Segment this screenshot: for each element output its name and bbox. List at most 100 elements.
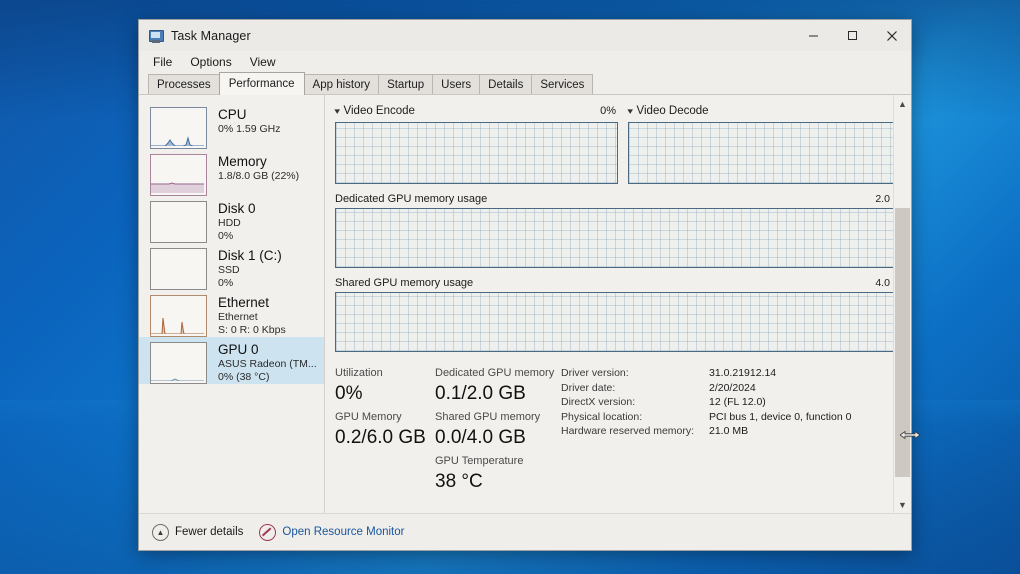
info-key: Hardware reserved memory:: [561, 425, 695, 437]
sidebar-item-detail: HDD: [218, 217, 241, 229]
sidebar-item-label: CPU: [218, 107, 247, 122]
info-row: Hardware reserved memory: 21.0 MB: [561, 424, 903, 439]
video-encode-title: Video Encode: [343, 105, 415, 117]
sidebar-item-detail2: 0%: [218, 277, 234, 289]
dedicated-memory-block: Dedicated GPU memory usage 2.0 GB: [335, 193, 911, 268]
tab-performance[interactable]: Performance: [218, 72, 305, 95]
sidebar-item-label: Disk 0: [218, 201, 256, 216]
open-resource-monitor-link[interactable]: Open Resource Monitor: [259, 523, 405, 541]
video-decode-title: Video Decode: [636, 105, 709, 117]
fewer-details-label: Fewer details: [175, 526, 244, 538]
tab-app-history[interactable]: App history: [303, 74, 380, 95]
gpu-thumbnail-graph: [150, 342, 207, 384]
tab-services[interactable]: Services: [531, 74, 594, 95]
fewer-details-button[interactable]: ▲ Fewer details: [152, 523, 244, 541]
sidebar-item-cpu[interactable]: CPU 0% 1.59 GHz: [139, 102, 324, 149]
sidebar-item-ethernet[interactable]: Ethernet Ethernet S: 0 R: 0 Kbps: [139, 290, 324, 337]
vertical-scrollbar[interactable]: ▲ ▼: [893, 95, 911, 513]
gpu-memory-value: 0.2/6.0 GB: [335, 427, 426, 448]
scroll-down-arrow-icon[interactable]: ▼: [894, 496, 911, 513]
shared-value: 0.0/4.0 GB: [435, 427, 526, 448]
shared-memory-title: Shared GPU memory usage: [335, 277, 474, 289]
title-bar[interactable]: Task Manager: [139, 20, 911, 51]
temperature-label: GPU Temperature: [435, 455, 524, 467]
video-encode-header[interactable]: ▾ Video Encode 0%: [334, 103, 618, 119]
window-title: Task Manager: [171, 28, 251, 43]
info-value: 2/20/2024: [709, 381, 756, 394]
sidebar-item-detail: Ethernet: [218, 311, 258, 323]
sidebar-item-label: Memory: [218, 154, 267, 169]
open-resource-monitor-label: Open Resource Monitor: [282, 526, 405, 538]
chevron-up-icon: ▲: [152, 523, 169, 541]
info-value: PCI bus 1, device 0, function 0: [709, 410, 852, 423]
dedicated-memory-graph: [335, 208, 911, 268]
close-button[interactable]: [872, 20, 911, 51]
sidebar-item-detail: ASUS Radeon (TM...: [218, 358, 317, 370]
menu-view[interactable]: View: [245, 53, 285, 72]
video-decode-block: ▾ Video Decode 0%: [627, 103, 911, 184]
sidebar-item-gpu0[interactable]: GPU 0 ASUS Radeon (TM... 0% (38 °C): [139, 337, 324, 384]
tab-strip: Processes Performance App history Startu…: [139, 72, 911, 95]
menu-file[interactable]: File: [148, 53, 181, 72]
sidebar-item-disk1[interactable]: Disk 1 (C:) SSD 0%: [139, 243, 324, 290]
info-row: Driver date: 2/20/2024: [561, 381, 903, 396]
status-bar: ▲ Fewer details Open Resource Monitor: [139, 513, 911, 550]
dedicated-label: Dedicated GPU memory: [435, 367, 555, 379]
scrollbar-track[interactable]: [894, 112, 911, 496]
sidebar-item-detail2: 0%: [218, 230, 234, 242]
chevron-down-icon: ▾: [334, 105, 341, 116]
dedicated-value: 0.1/2.0 GB: [435, 383, 526, 404]
sidebar-item-detail2: 0% (38 °C): [218, 371, 270, 383]
sidebar-item-detail: SSD: [218, 264, 240, 276]
scroll-up-arrow-icon[interactable]: ▲: [894, 95, 911, 112]
tab-users[interactable]: Users: [432, 74, 481, 95]
tab-processes[interactable]: Processes: [148, 74, 220, 95]
ethernet-thumbnail-graph: [150, 295, 207, 337]
tab-startup[interactable]: Startup: [378, 74, 434, 95]
maximize-button[interactable]: [833, 20, 872, 51]
stats-column-memory: Dedicated GPU memory 0.1/2.0 GB Shared G…: [435, 366, 559, 498]
minimize-button[interactable]: [794, 20, 833, 57]
chevron-down-icon: ▾: [627, 105, 634, 116]
sidebar-item-detail2: S: 0 R: 0 Kbps: [218, 324, 286, 336]
menu-options[interactable]: Options: [185, 53, 240, 72]
info-key: Driver version:: [561, 367, 629, 379]
video-decode-graph: [628, 122, 911, 184]
sidebar-item-disk0[interactable]: Disk 0 HDD 0%: [139, 196, 324, 243]
video-decode-header[interactable]: ▾ Video Decode 0%: [627, 103, 911, 119]
task-manager-window: Task Manager File Options View Processes…: [138, 19, 912, 551]
sidebar-item-memory[interactable]: Memory 1.8/8.0 GB (22%): [139, 149, 324, 196]
shared-memory-graph: [335, 292, 911, 352]
stats-column-utilization: Utilization 0% GPU Memory 0.2/6.0 GB: [335, 366, 435, 498]
disk1-thumbnail-graph: [150, 248, 207, 290]
utilization-label: Utilization: [335, 367, 383, 379]
video-encode-block: ▾ Video Encode 0%: [334, 103, 618, 184]
cpu-thumbnail-graph: [150, 107, 207, 149]
scrollbar-thumb[interactable]: [895, 208, 910, 477]
shared-memory-block: Shared GPU memory usage 4.0 GB: [335, 277, 911, 352]
temperature-value: 38 °C: [435, 471, 483, 492]
gpu-info-list: Driver version: 31.0.21912.14 Driver dat…: [559, 366, 903, 498]
info-key: DirectX version:: [561, 396, 636, 408]
tab-details[interactable]: Details: [479, 74, 533, 95]
video-engine-graphs: ▾ Video Encode 0% ▾ Video Decode 0%: [334, 103, 911, 184]
sidebar-item-detail: 1.8/8.0 GB (22%): [218, 170, 300, 182]
memory-thumbnail-graph: [150, 154, 207, 196]
gpu-stats: Utilization 0% GPU Memory 0.2/6.0 GB Ded…: [335, 366, 911, 498]
utilization-value: 0%: [335, 383, 363, 404]
info-value: 31.0.21912.14: [709, 367, 777, 379]
window-content: CPU 0% 1.59 GHz Memory 1.8/8.0 GB (22%): [139, 95, 911, 513]
dedicated-memory-header: Dedicated GPU memory usage 2.0 GB: [335, 193, 911, 205]
disk0-thumbnail-graph: [150, 201, 207, 243]
info-row: DirectX version: 12 (FL 12.0): [561, 395, 903, 410]
gpu-memory-label: GPU Memory: [335, 411, 402, 423]
sidebar-item-label: Disk 1 (C:): [218, 248, 282, 263]
task-manager-icon: [148, 28, 164, 44]
sidebar-item-label: Ethernet: [218, 295, 270, 310]
sidebar-item-label: GPU 0: [218, 342, 259, 357]
info-row: Physical location: PCI bus 1, device 0, …: [561, 410, 903, 425]
shared-memory-header: Shared GPU memory usage 4.0 GB: [335, 277, 911, 289]
info-row: Driver version: 31.0.21912.14: [561, 366, 903, 381]
info-key: Physical location:: [561, 410, 643, 423]
info-value: 21.0 MB: [709, 425, 749, 437]
